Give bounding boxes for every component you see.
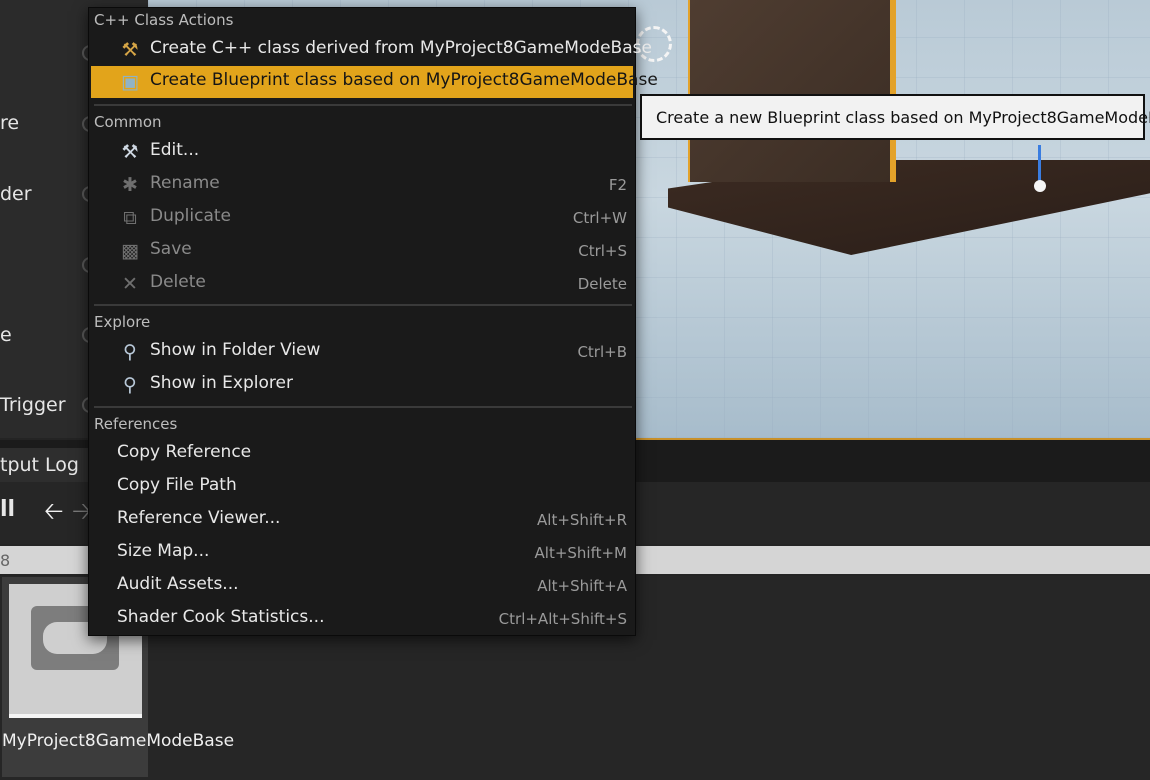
menu-item-shortcut: Delete: [577, 275, 627, 293]
edit-icon: ⚒: [121, 141, 139, 163]
search-icon: ⚲: [123, 374, 137, 396]
menu-item-label: Show in Explorer: [150, 373, 293, 393]
menu-item-label: Delete: [150, 272, 206, 292]
asset-context-menu: C++ Class Actions ⚒ Create C++ class der…: [88, 7, 658, 636]
save-icon: ▩: [121, 240, 139, 262]
panel-label: e: [0, 324, 12, 346]
menu-item-shortcut: Alt+Shift+R: [537, 511, 627, 529]
menu-item-reference-viewer[interactable]: Reference Viewer... Alt+Shift+R: [91, 504, 633, 535]
menu-item-label: Audit Assets...: [117, 574, 239, 594]
section-header-common: Common: [94, 113, 162, 131]
menu-item-shortcut: F2: [608, 176, 627, 194]
search-icon: ⚲: [123, 341, 137, 363]
menu-item-label: Edit...: [150, 140, 200, 160]
menu-item-show-in-folder-view[interactable]: ⚲ Show in Folder View Ctrl+B: [91, 336, 633, 367]
back-arrow-icon[interactable]: 🡠: [44, 494, 63, 535]
tab-output-log[interactable]: tput Log: [0, 448, 90, 482]
menu-item-copy-reference[interactable]: Copy Reference: [91, 438, 633, 469]
menu-item-label: Size Map...: [117, 541, 210, 561]
section-header-references: References: [94, 415, 178, 433]
menu-item-rename[interactable]: ✱ Rename F2: [91, 169, 633, 200]
menu-item-create-blueprint-class[interactable]: ▣ Create Blueprint class based on MyProj…: [91, 66, 658, 98]
blueprint-class-icon: ▣: [121, 71, 139, 93]
menu-item-shortcut: Ctrl+B: [577, 343, 627, 361]
menu-separator: [94, 104, 632, 106]
menu-item-save[interactable]: ▩ Save Ctrl+S: [91, 235, 633, 266]
menu-item-label: Rename: [150, 173, 220, 193]
menu-item-shortcut: Ctrl+Alt+Shift+S: [498, 610, 627, 628]
menu-item-label: Create C++ class derived from MyProject8…: [150, 38, 652, 58]
menu-item-label: Show in Folder View: [150, 340, 321, 360]
asset-name: MyProject8GameModeBase: [2, 731, 235, 751]
menu-item-label: Save: [150, 239, 192, 259]
menu-item-show-in-explorer[interactable]: ⚲ Show in Explorer: [91, 369, 633, 400]
menu-item-label: Reference Viewer...: [117, 508, 281, 528]
panel-label: der: [0, 183, 32, 205]
section-header-explore: Explore: [94, 313, 151, 331]
menu-item-label: Copy File Path: [117, 475, 237, 495]
section-header-cpp: C++ Class Actions: [94, 11, 234, 29]
toolbar-button[interactable]: ll: [0, 497, 15, 522]
tab-label: tput Log: [0, 454, 79, 476]
menu-item-shortcut: Ctrl+S: [578, 242, 627, 260]
menu-item-label: Shader Cook Statistics...: [117, 607, 325, 627]
menu-item-label: Duplicate: [150, 206, 231, 226]
menu-item-shader-cook-statistics[interactable]: Shader Cook Statistics... Ctrl+Alt+Shift…: [91, 603, 633, 634]
menu-item-shortcut: Ctrl+W: [572, 209, 627, 227]
menu-item-audit-assets[interactable]: Audit Assets... Alt+Shift+A: [91, 570, 633, 601]
menu-item-shortcut: Alt+Shift+A: [537, 577, 627, 595]
duplicate-icon: ⧉: [123, 207, 137, 229]
menu-item-create-cpp-class[interactable]: ⚒ Create C++ class derived from MyProjec…: [91, 34, 651, 65]
menu-separator: [94, 406, 632, 408]
menu-item-delete[interactable]: ✕ Delete Delete: [91, 268, 633, 299]
menu-item-edit[interactable]: ⚒ Edit...: [91, 136, 633, 167]
rename-icon: ✱: [122, 174, 138, 196]
menu-item-label: Create Blueprint class based on MyProjec…: [150, 70, 658, 90]
menu-item-label: Copy Reference: [117, 442, 252, 462]
transform-gizmo[interactable]: [1034, 180, 1046, 192]
delete-icon: ✕: [122, 273, 138, 295]
tooltip: Create a new Blueprint class based on My…: [640, 94, 1150, 140]
cpp-class-icon: ⚒: [121, 39, 139, 61]
menu-item-duplicate[interactable]: ⧉ Duplicate Ctrl+W: [91, 202, 633, 233]
menu-separator: [94, 304, 632, 306]
menu-item-shortcut: Alt+Shift+M: [534, 544, 627, 562]
tooltip-text: Create a new Blueprint class based on My…: [656, 108, 1150, 127]
menu-item-size-map[interactable]: Size Map... Alt+Shift+M: [91, 537, 633, 568]
panel-label: re: [0, 112, 20, 134]
menu-item-copy-file-path[interactable]: Copy File Path: [91, 471, 633, 502]
path-text: 8: [0, 551, 11, 570]
panel-label: Trigger: [0, 394, 66, 416]
wall-mesh: [688, 0, 896, 182]
